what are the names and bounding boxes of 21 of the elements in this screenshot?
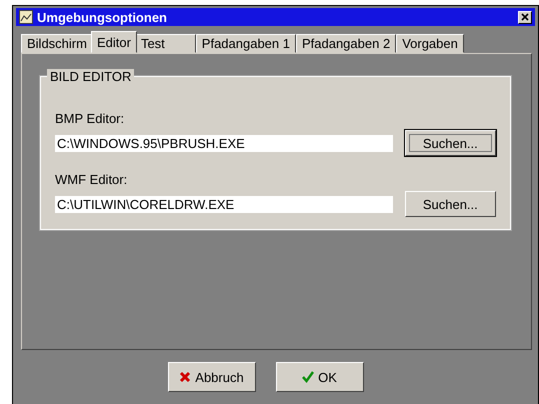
group-title: BILD EDITOR [47, 69, 134, 84]
close-icon [521, 13, 529, 21]
tab[interactable]: Vorgaben [396, 34, 464, 53]
browse-button[interactable]: Suchen... [404, 191, 496, 217]
checkmark-icon [302, 371, 314, 383]
cancel-button[interactable]: Abbruch [168, 362, 256, 392]
ok-button[interactable]: OK [276, 362, 364, 392]
app-icon [19, 10, 33, 24]
tab[interactable]: Test [134, 34, 196, 53]
field-label: WMF Editor: [55, 172, 128, 187]
field-label: BMP Editor: [55, 111, 126, 126]
path-field[interactable]: C:\WINDOWS.95\PBRUSH.EXE [55, 134, 393, 152]
tab[interactable]: Editor [90, 31, 137, 53]
close-button[interactable] [518, 10, 532, 24]
browse-button[interactable]: Suchen... [404, 130, 496, 156]
tab[interactable]: Pfadangaben 2 [296, 34, 396, 53]
window-title: Umgebungsoptionen [37, 10, 168, 24]
tab[interactable]: Pfadangaben 1 [196, 34, 296, 53]
path-field[interactable]: C:\UTILWIN\CORELDRW.EXE [55, 196, 393, 212]
tab[interactable]: Bildschirm [21, 34, 93, 53]
cross-icon [179, 371, 192, 383]
